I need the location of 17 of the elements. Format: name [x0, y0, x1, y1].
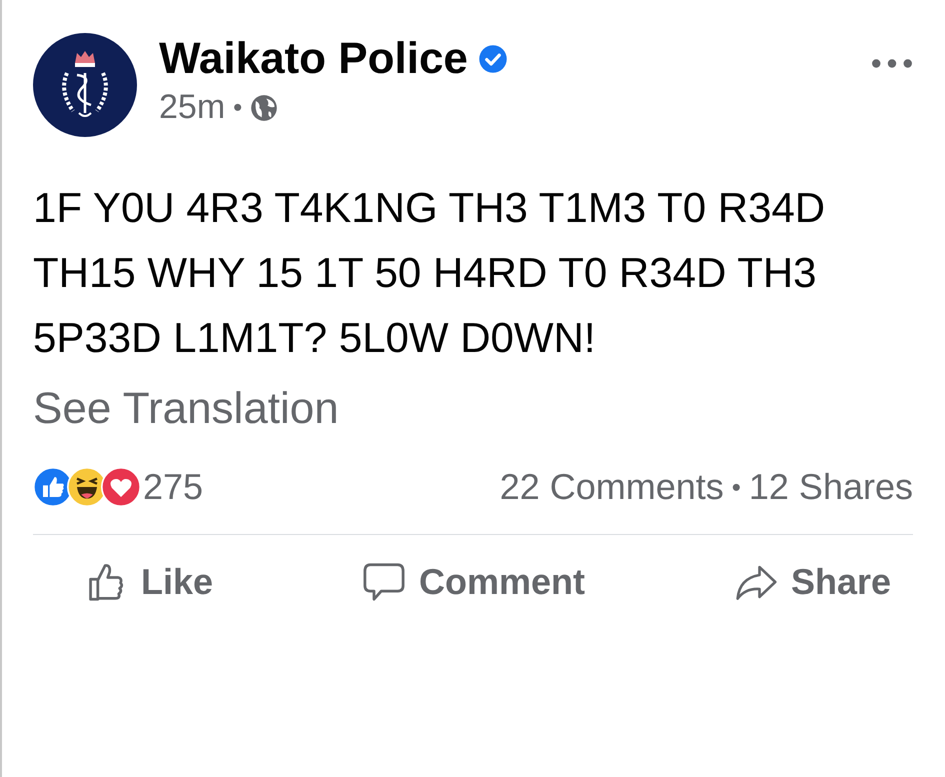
post-text: 1F Y0U 4R3 T4K1NG TH3 T1M3 T0 R34D TH15 WHY 15 1T 50 H4RD T0 R34D TH3 5P33D L1M1T? 5L0W D0WN! — [33, 183, 826, 363]
share-button[interactable]: Share — [730, 557, 895, 607]
police-badge-avatar[interactable] — [33, 33, 137, 137]
reaction-count[interactable]: 275 — [143, 466, 204, 508]
separator-dot: • — [732, 472, 741, 502]
see-translation-link[interactable]: See Translation — [33, 384, 339, 434]
separator-dot: • — [233, 92, 242, 123]
post-time[interactable]: 25m — [159, 88, 226, 127]
comment-button[interactable]: Comment — [358, 557, 589, 607]
heart-reaction-icon — [101, 467, 141, 507]
comment-count[interactable]: 22 Comments — [500, 466, 724, 508]
speech-bubble-icon — [362, 562, 405, 602]
like-button[interactable]: Like — [81, 557, 218, 607]
share-count[interactable]: 12 Shares — [748, 466, 913, 508]
author-name[interactable]: Waikato Police — [159, 34, 468, 84]
more-options-icon[interactable] — [871, 58, 913, 69]
globe-icon — [250, 94, 278, 122]
